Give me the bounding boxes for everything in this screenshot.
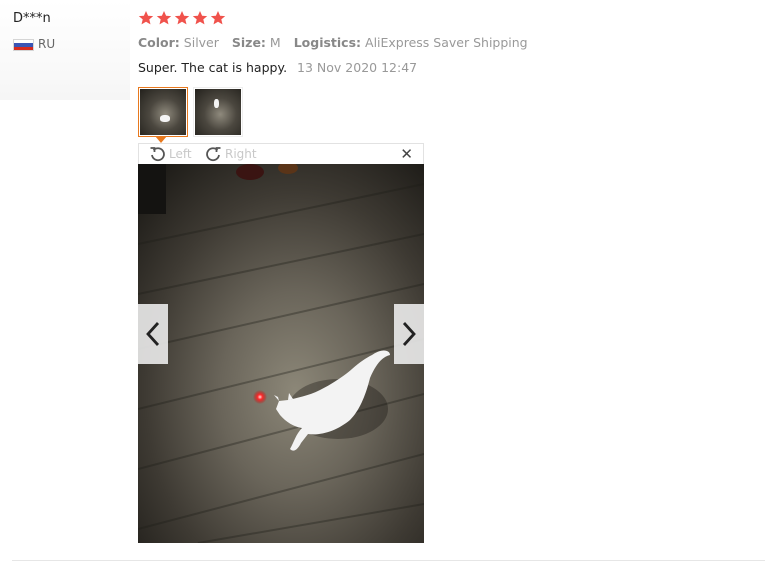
cat-shape — [214, 99, 219, 108]
chevron-right-icon — [402, 322, 416, 346]
selected-thumbnail-indicator — [155, 136, 167, 143]
size-value: M — [269, 35, 281, 50]
image-viewer: Left Right ✕ — [138, 143, 424, 543]
cat-shape — [160, 115, 170, 122]
rotate-left-icon — [150, 147, 165, 162]
reviewer-name: D***n — [13, 11, 51, 26]
photo-image — [138, 164, 424, 543]
close-icon[interactable]: ✕ — [400, 145, 413, 163]
review-comment: Super. The cat is happy. — [138, 60, 288, 75]
rotate-right-label: Right — [225, 147, 257, 161]
star-rating — [138, 10, 226, 26]
russia-flag-icon — [13, 39, 34, 51]
review-thumbnail-1[interactable] — [138, 87, 188, 137]
size-label: Size: — [231, 35, 266, 50]
review-thumbnail-2[interactable] — [193, 87, 243, 137]
reviewer-country: RU — [38, 37, 56, 51]
star-icon — [192, 11, 208, 25]
logistics-value: AliExpress Saver Shipping — [365, 35, 528, 50]
star-icon — [156, 11, 172, 25]
review-date: 13 Nov 2020 12:47 — [297, 60, 418, 75]
next-image-button[interactable] — [394, 304, 424, 364]
viewer-toolbar: Left Right ✕ — [138, 143, 424, 164]
logistics-label: Logistics: — [293, 35, 362, 50]
review-comment-row: Super. The cat is happy. 13 Nov 2020 12:… — [138, 60, 417, 75]
rotate-left-button[interactable]: Left — [149, 146, 192, 162]
previous-image-button[interactable] — [138, 304, 168, 364]
chevron-left-icon — [146, 322, 160, 346]
thumbnail-photo — [140, 89, 186, 135]
rotate-left-label: Left — [169, 147, 192, 161]
review-divider — [12, 560, 765, 561]
star-icon — [210, 11, 226, 25]
rotate-right-icon — [206, 147, 221, 162]
rotate-right-button[interactable]: Right — [205, 146, 257, 162]
star-icon — [174, 11, 190, 25]
order-info: Color: Silver Size: M Logistics: AliExpr… — [138, 35, 537, 50]
color-value: Silver — [183, 35, 219, 50]
review-photo — [138, 164, 424, 543]
color-label: Color: — [138, 35, 180, 50]
star-icon — [138, 11, 154, 25]
thumbnail-photo — [195, 89, 241, 135]
